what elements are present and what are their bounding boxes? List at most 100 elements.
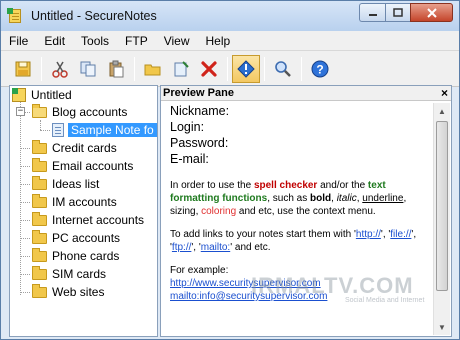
- save-icon: [15, 61, 31, 76]
- vertical-scrollbar[interactable]: ▲ ▼: [433, 103, 450, 335]
- info-button[interactable]: [232, 54, 260, 83]
- tree-item-sim-cards[interactable]: SIM cards: [32, 265, 106, 283]
- delete-icon: [201, 60, 217, 77]
- example-label: For example:: [170, 265, 229, 276]
- file-link[interactable]: file://: [390, 229, 411, 240]
- search-icon: [275, 60, 291, 77]
- svg-text:?: ?: [316, 62, 323, 76]
- toolbar-separator: [264, 56, 265, 81]
- tree-item-credit-cards[interactable]: Credit cards: [32, 139, 117, 157]
- notebook-icon: [12, 88, 26, 102]
- field-email: E-mail:: [170, 152, 209, 166]
- securenotes-app-icon: [7, 8, 23, 24]
- tree-item-pc-accounts[interactable]: PC accounts: [32, 229, 120, 247]
- tree-item-blog-accounts[interactable]: Blog accounts: [32, 103, 127, 121]
- app-window: Untitled - SecureNotes File Edit Tools F…: [0, 0, 460, 340]
- menu-tools[interactable]: Tools: [73, 34, 117, 48]
- tree-line: [40, 130, 50, 131]
- new-note-icon: [174, 60, 189, 76]
- tree-item-sample-note[interactable]: Sample Note fo: [52, 121, 157, 139]
- help-icon: ?: [311, 60, 329, 77]
- tree-item-internet-accounts[interactable]: Internet accounts: [32, 211, 144, 229]
- tree-root-label: Untitled: [31, 88, 72, 102]
- notes-tree[interactable]: Untitled − Blog accounts Sample Note fo …: [9, 85, 158, 337]
- menu-bar: File Edit Tools FTP View Help: [1, 31, 459, 51]
- tree-line: [20, 166, 30, 167]
- tree-line: [20, 184, 30, 185]
- paste-icon: [109, 60, 124, 77]
- preview-close-button[interactable]: ×: [441, 86, 448, 100]
- folder-icon: [32, 229, 47, 244]
- delete-button[interactable]: [195, 55, 223, 83]
- folder-icon: [32, 157, 47, 172]
- tree-line: [20, 102, 21, 295]
- copy-button[interactable]: [74, 55, 102, 83]
- info-icon: [237, 59, 255, 78]
- tree-item-phone-cards[interactable]: Phone cards: [32, 247, 119, 265]
- mailto-link[interactable]: mailto:: [201, 242, 230, 253]
- menu-ftp[interactable]: FTP: [117, 34, 156, 48]
- maximize-icon: [393, 7, 403, 17]
- folder-icon: [32, 283, 47, 298]
- folder-icon: [32, 211, 47, 226]
- toolbar-separator: [301, 56, 302, 81]
- window-title: Untitled - SecureNotes: [31, 9, 157, 23]
- copy-icon: [80, 61, 96, 76]
- save-button[interactable]: [9, 55, 37, 83]
- menu-view[interactable]: View: [156, 34, 198, 48]
- collapse-toggle[interactable]: −: [16, 107, 25, 116]
- folder-icon: [32, 193, 47, 208]
- watermark-text: IRMALTV.COM: [251, 273, 414, 298]
- tree-line: [25, 112, 30, 113]
- tree-item-web-sites[interactable]: Web sites: [32, 283, 104, 301]
- cut-button[interactable]: [46, 55, 74, 83]
- scroll-down-arrow-icon[interactable]: ▼: [434, 319, 450, 335]
- field-password: Password:: [170, 136, 229, 150]
- title-bar[interactable]: Untitled - SecureNotes: [1, 1, 459, 31]
- menu-help[interactable]: Help: [198, 34, 239, 48]
- tree-line: [20, 220, 30, 221]
- paste-button[interactable]: [102, 55, 130, 83]
- tree-item-im-accounts[interactable]: IM accounts: [32, 193, 117, 211]
- menu-file[interactable]: File: [1, 34, 36, 48]
- folder-icon: [32, 175, 47, 190]
- http-link[interactable]: http://: [356, 229, 381, 240]
- field-login: Login:: [170, 120, 205, 134]
- search-button[interactable]: [269, 55, 297, 83]
- close-button[interactable]: [410, 3, 453, 22]
- formatting-paragraph: In order to use the spell checker and/or…: [170, 180, 407, 217]
- toolbar-separator: [41, 56, 42, 81]
- cut-icon: [52, 61, 68, 78]
- help-button[interactable]: ?: [306, 55, 334, 83]
- new-note-button[interactable]: [167, 55, 195, 83]
- preview-header: Preview Pane ×: [161, 86, 451, 101]
- scroll-up-arrow-icon[interactable]: ▲: [434, 103, 450, 119]
- tree-line: [20, 238, 30, 239]
- tree-line: [20, 148, 30, 149]
- tree-line: [20, 202, 30, 203]
- menu-edit[interactable]: Edit: [36, 34, 73, 48]
- note-icon: [52, 123, 64, 137]
- minimize-button[interactable]: [359, 3, 385, 22]
- minimize-icon: [368, 13, 377, 16]
- tree-line: [20, 256, 30, 257]
- folder-icon: [32, 247, 47, 262]
- maximize-button[interactable]: [385, 3, 410, 22]
- tree-item-email-accounts[interactable]: Email accounts: [32, 157, 133, 175]
- folder-icon: [32, 139, 47, 154]
- tree-line: [20, 292, 30, 293]
- toolbar-separator: [134, 56, 135, 81]
- open-folder-button[interactable]: [139, 55, 167, 83]
- ftp-link[interactable]: ftp://: [172, 242, 191, 253]
- folder-icon: [32, 265, 47, 280]
- tree-root[interactable]: Untitled: [12, 86, 72, 104]
- preview-title: Preview Pane: [163, 87, 234, 99]
- open-folder-icon: [144, 64, 161, 75]
- scroll-thumb[interactable]: [436, 121, 448, 291]
- window-controls: [359, 3, 453, 22]
- close-icon: [426, 7, 437, 18]
- toolbar: ?: [1, 51, 459, 87]
- tree-line: [40, 120, 41, 130]
- tree-item-ideas-list[interactable]: Ideas list: [32, 175, 99, 193]
- tree-line: [20, 274, 30, 275]
